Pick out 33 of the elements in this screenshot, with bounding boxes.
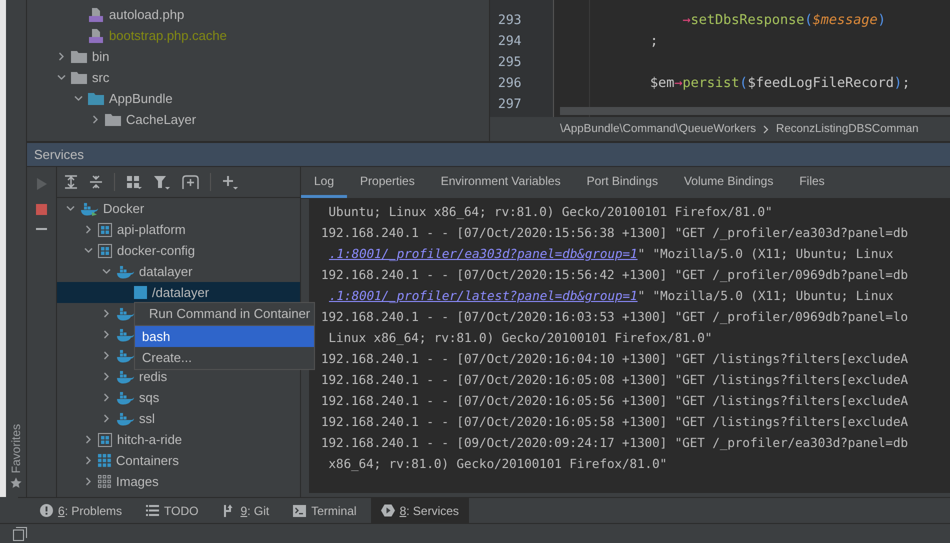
log-line: x86_64; rv:81.0) Gecko/20100101 Firefox/81.0" [328, 456, 668, 471]
log-line: Ubuntu; Linux x86_64; rv:81.0) Gecko/20100101 Firefox/81.0" [328, 204, 773, 219]
log-line: 192.168.240.1 - - [09/Oct/2020:09:24:17 +1300] "GET /_profiler/ea303d?panel=db [321, 435, 908, 450]
tree-label: sqs [139, 390, 160, 405]
log-line: 192.168.240.1 - - [07/Oct/2020:15:56:38 +1300] "GET /_profiler/ea303d?panel=db [321, 225, 908, 240]
log-line: .1:8001/_profiler/ea303d?panel=db&group=1" "Mozilla/5.0 (X11; Ubuntu; Linux [329, 246, 894, 261]
line-number: 295 [497, 54, 522, 72]
line-number: 294 [497, 33, 522, 51]
log-line: 192.168.240.1 - - [07/Oct/2020:15:56:42 +1300] "GET /_profiler/0969db?panel=db [321, 267, 908, 282]
tree-label: redis [139, 369, 168, 384]
tree-label: /datalayer [152, 285, 210, 300]
log-line: 192.168.240.1 - - [07/Oct/2020:16:05:08 +1300] "GET /listings?filters[excludeA [321, 372, 908, 387]
code-line: $em→persist($feedLogFileRecord); [650, 75, 910, 91]
log-line: .1:8001/_profiler/latest?panel=db&group=1" "Mozilla/5.0 (X11; Ubuntu; Linux [329, 288, 894, 303]
log-line: 192.168.240.1 - - [07/Oct/2020:16:05:58 +1300] "GET /listings?filters[excludeA [321, 414, 908, 429]
tree-label: docker-config [117, 243, 196, 258]
code-line: ; [650, 33, 658, 49]
log-line: 192.168.240.1 - - [07/Oct/2020:16:05:56 +1300] "GET /listings?filters[excludeA [321, 393, 908, 408]
tree-label: Images [116, 474, 159, 489]
tree-label: Containers [116, 453, 179, 468]
log-line: 192.168.240.1 - - [07/Oct/2020:16:03:53 +1300] "GET /_profiler/0969db?panel=lo [321, 309, 908, 324]
tree-label: ssl [139, 411, 155, 426]
line-number: 296 [497, 75, 522, 93]
tree-label: hitch-a-ride [117, 432, 182, 447]
tree-label: datalayer [139, 264, 192, 279]
line-number: 297 [497, 96, 522, 114]
log-line: Linux x86_64; rv:81.0) Gecko/20100101 Firefox/81.0" [328, 330, 712, 345]
code-line: →setDbsResponse($message) [682, 12, 886, 28]
panel-title: Services [34, 147, 84, 162]
tree-label: Docker [103, 201, 144, 216]
log-line: 192.168.240.1 - - [07/Oct/2020:16:04:10 +1300] "GET /listings?filters[excludeA [321, 351, 908, 366]
line-number: 293 [497, 12, 522, 30]
tree-label: api-platform [117, 222, 186, 237]
